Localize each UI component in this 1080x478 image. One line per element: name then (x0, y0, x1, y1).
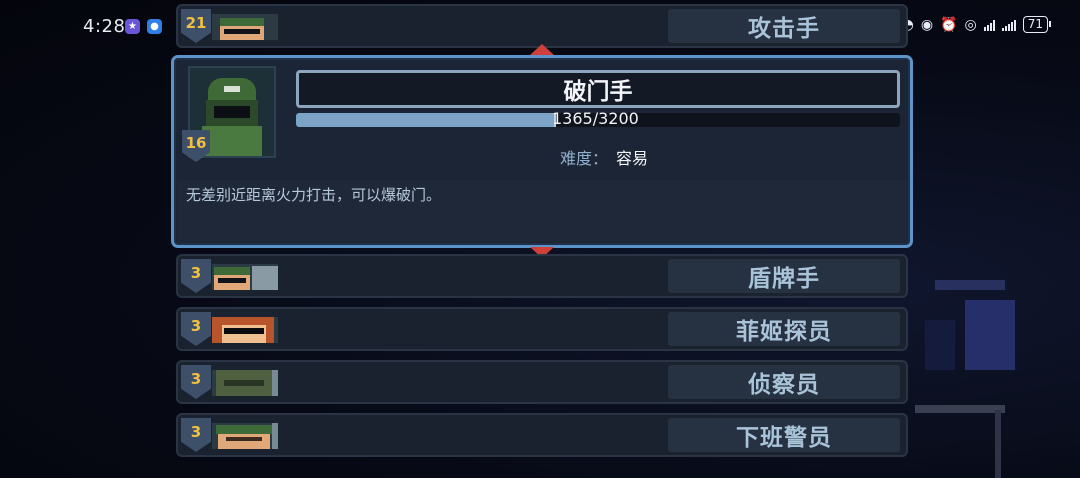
signal-icon (983, 19, 995, 31)
difficulty: 难度： 容易 (560, 145, 648, 169)
offduty-portrait (211, 422, 279, 450)
signal-icon-2 (1001, 19, 1016, 31)
character-name: 菲姬探员 (668, 312, 900, 346)
character-name: 盾牌手 (668, 259, 900, 293)
character-row-scout[interactable]: 3 侦察员 (176, 360, 908, 404)
character-name: 下班警员 (668, 418, 900, 452)
level-badge: 3 (181, 312, 211, 346)
eye-icon: ◉ (920, 16, 934, 33)
character-name: 攻击手 (668, 9, 900, 43)
level-badge: 3 (181, 418, 211, 452)
level-badge: 21 (181, 9, 211, 43)
browser-notification-icon: ● (147, 19, 162, 34)
agent-portrait (211, 316, 279, 344)
character-title: 破门手 (296, 70, 900, 108)
character-row-attacker[interactable]: 21 攻击手 (176, 4, 908, 48)
hotspot-icon: ◎ (964, 16, 977, 33)
scout-portrait (211, 369, 279, 397)
character-row-shield[interactable]: 3 盾牌手 (176, 254, 908, 298)
level-badge: 3 (181, 365, 211, 399)
shield-portrait (211, 263, 279, 291)
game-screen: 4:28 ★ ● ◔ ◉ ⏰ ◎ 71 21 攻击手 (0, 0, 1080, 478)
difficulty-value: 容易 (616, 149, 649, 168)
difficulty-label: 难度： (560, 149, 609, 168)
level-badge: 3 (181, 259, 211, 293)
scroll-up-arrow-icon[interactable] (530, 44, 554, 55)
character-name: 侦察员 (668, 365, 900, 399)
character-row-agent[interactable]: 3 菲姬探员 (176, 307, 908, 351)
app-notification-icon: ★ (125, 19, 140, 34)
xp-text: 1365/3200 (552, 109, 639, 128)
alarm-icon: ⏰ (940, 16, 958, 33)
xp-progress-fill (296, 113, 556, 127)
status-time: 4:28 (83, 16, 126, 37)
status-icons: ◔ ◉ ⏰ ◎ 71 (902, 16, 1052, 33)
background-machinery (915, 260, 1035, 478)
battery-icon: 71 (1022, 16, 1052, 33)
character-row-offduty[interactable]: 3 下班警员 (176, 413, 908, 457)
selected-character-card[interactable]: 16 破门手 1365/3200 难度： 容易 无差别近距离火力打击，可以爆破门。 (171, 55, 913, 248)
character-description: 无差别近距离火力打击，可以爆破门。 (186, 186, 442, 204)
attacker-portrait (211, 13, 279, 41)
